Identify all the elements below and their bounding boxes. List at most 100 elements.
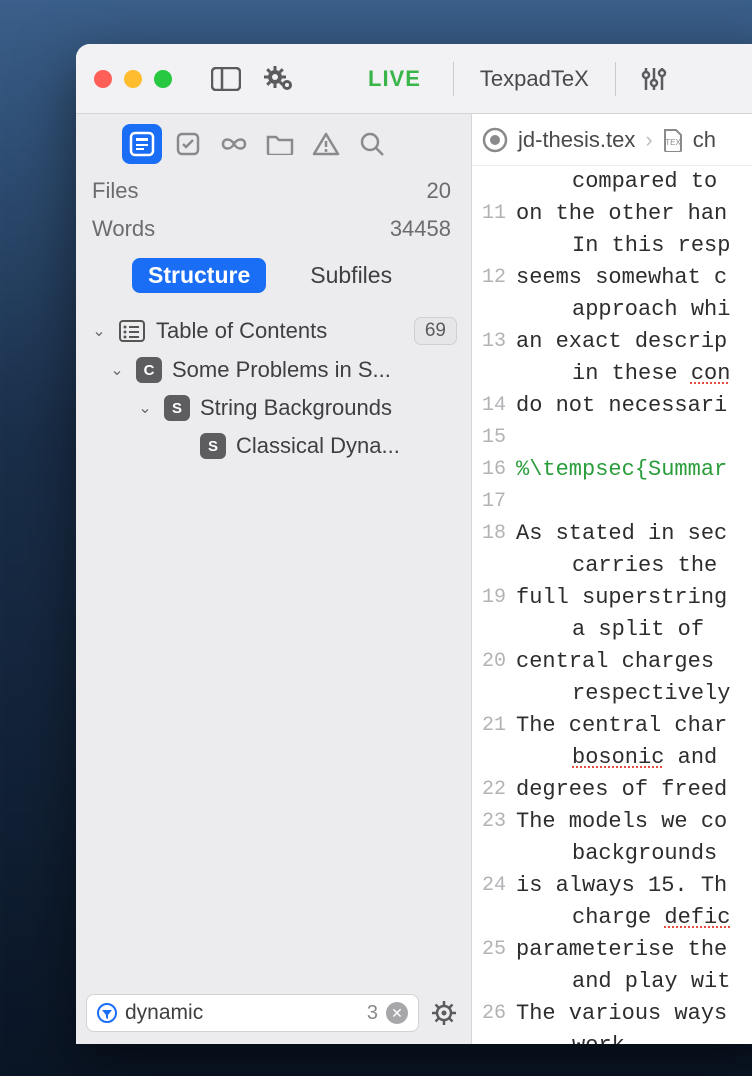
code-line[interactable]: compared to — [472, 166, 752, 198]
tab-structure[interactable]: Structure — [132, 258, 266, 293]
code-line[interactable]: approach whi — [472, 294, 752, 326]
words-stat: Words 34458 — [76, 210, 471, 248]
outline-mode-button[interactable] — [122, 124, 162, 164]
line-number: 13 — [472, 326, 516, 358]
list-icon — [118, 319, 146, 343]
toc-root[interactable]: ⌄ Table of Contents 69 — [86, 311, 461, 351]
code-line[interactable]: 24is always 15. Th — [472, 870, 752, 902]
files-stat: Files 20 — [76, 172, 471, 210]
code-text: The models we co — [516, 806, 727, 838]
minimize-button[interactable] — [124, 70, 142, 88]
code-text: degrees of freed — [516, 774, 727, 806]
code-line[interactable]: 25parameterise the — [472, 934, 752, 966]
search-mode-button[interactable] — [352, 124, 392, 164]
sliders-button[interactable] — [632, 59, 676, 99]
code-line[interactable]: 26The various ways — [472, 998, 752, 1030]
filter-settings-button[interactable] — [427, 996, 461, 1030]
code-line[interactable]: 12seems somewhat c — [472, 262, 752, 294]
checkbox-icon — [175, 131, 201, 157]
code-line[interactable]: work. — [472, 1030, 752, 1044]
code-text: compared to — [516, 166, 717, 198]
code-line[interactable]: 15 — [472, 422, 752, 454]
code-line[interactable]: 14do not necessari — [472, 390, 752, 422]
code-line[interactable]: respectively — [472, 678, 752, 710]
toggle-sidebar-button[interactable] — [204, 59, 248, 99]
gear-icon — [431, 1000, 457, 1026]
code-line[interactable]: 18As stated in sec — [472, 518, 752, 550]
target-icon — [482, 127, 508, 153]
code-text: in these con — [516, 358, 730, 390]
zoom-button[interactable] — [154, 70, 172, 88]
code-text: In this resp — [516, 230, 730, 262]
code-line[interactable]: 19full superstring — [472, 582, 752, 614]
code-line[interactable]: backgrounds — [472, 838, 752, 870]
code-area[interactable]: compared to11on the other hanIn this res… — [472, 166, 752, 1044]
tree-item-subsection[interactable]: S Classical Dyna... — [86, 427, 461, 465]
code-line[interactable]: 21The central char — [472, 710, 752, 742]
code-text: carries the — [516, 550, 717, 582]
code-line[interactable]: 11on the other han — [472, 198, 752, 230]
code-line[interactable]: 20central charges — [472, 646, 752, 678]
code-line[interactable]: and play wit — [472, 966, 752, 998]
structure-tree: ⌄ Table of Contents 69 ⌄ C Some Problems… — [76, 307, 471, 986]
structure-tabs: Structure Subfiles — [76, 248, 471, 307]
code-text: parameterise the — [516, 934, 727, 966]
words-count: 34458 — [390, 216, 451, 242]
filter-input[interactable]: dynamic 3 ✕ — [86, 994, 419, 1032]
clear-filter-button[interactable]: ✕ — [386, 1002, 408, 1024]
line-number: 26 — [472, 998, 516, 1030]
code-line[interactable]: In this resp — [472, 230, 752, 262]
tree-item-label: Some Problems in S... — [172, 357, 391, 383]
code-line[interactable]: carries the — [472, 550, 752, 582]
code-line[interactable]: 16%\tempsec{Summar — [472, 454, 752, 486]
tab-subfiles[interactable]: Subfiles — [294, 258, 408, 293]
code-line[interactable]: in these con — [472, 358, 752, 390]
tree-item-chapter[interactable]: ⌄ C Some Problems in S... — [86, 351, 461, 389]
code-line[interactable]: 17 — [472, 486, 752, 518]
chevron-down-icon[interactable]: ⌄ — [136, 398, 154, 418]
tex-file-icon: TEX — [663, 128, 683, 152]
crumb-child[interactable]: ch — [693, 127, 716, 153]
line-number: 18 — [472, 518, 516, 550]
code-text: The various ways — [516, 998, 727, 1030]
line-number: 22 — [472, 774, 516, 806]
symbols-mode-button[interactable] — [214, 124, 254, 164]
chevron-down-icon[interactable]: ⌄ — [90, 321, 108, 341]
line-number: 23 — [472, 806, 516, 838]
engine-label[interactable]: TexpadTeX — [470, 66, 599, 92]
close-button[interactable] — [94, 70, 112, 88]
crumb-file[interactable]: jd-thesis.tex — [518, 127, 635, 153]
code-text: bosonic and — [516, 742, 717, 774]
files-mode-button[interactable] — [260, 124, 300, 164]
live-indicator[interactable]: LIVE — [352, 66, 437, 92]
code-text: approach whi — [516, 294, 730, 326]
line-number: 12 — [472, 262, 516, 294]
tree-item-section[interactable]: ⌄ S String Backgrounds — [86, 389, 461, 427]
code-line[interactable]: 13an exact descrip — [472, 326, 752, 358]
sidebar-icon — [211, 67, 241, 91]
code-line[interactable]: a split of — [472, 614, 752, 646]
line-number: 20 — [472, 646, 516, 678]
line-number: 16 — [472, 454, 516, 486]
infinity-icon — [219, 135, 249, 153]
settings-button[interactable] — [258, 59, 302, 99]
files-label: Files — [92, 178, 138, 204]
todos-mode-button[interactable] — [168, 124, 208, 164]
app-window: LIVE TexpadTeX — [76, 44, 752, 1044]
warnings-mode-button[interactable] — [306, 124, 346, 164]
separator — [453, 62, 454, 96]
line-number: 24 — [472, 870, 516, 902]
code-text: a split of — [516, 614, 717, 646]
files-count: 20 — [427, 178, 451, 204]
svg-text:TEX: TEX — [665, 138, 681, 147]
outline-icon — [129, 131, 155, 157]
code-line[interactable]: 22degrees of freed — [472, 774, 752, 806]
code-line[interactable]: 23The models we co — [472, 806, 752, 838]
breadcrumb[interactable]: jd-thesis.tex › TEX ch — [472, 114, 752, 166]
code-line[interactable]: charge defic — [472, 902, 752, 934]
search-icon — [359, 131, 385, 157]
code-text: The central char — [516, 710, 727, 742]
code-line[interactable]: bosonic and — [472, 742, 752, 774]
chevron-down-icon[interactable]: ⌄ — [108, 360, 126, 380]
code-text: respectively — [516, 678, 730, 710]
